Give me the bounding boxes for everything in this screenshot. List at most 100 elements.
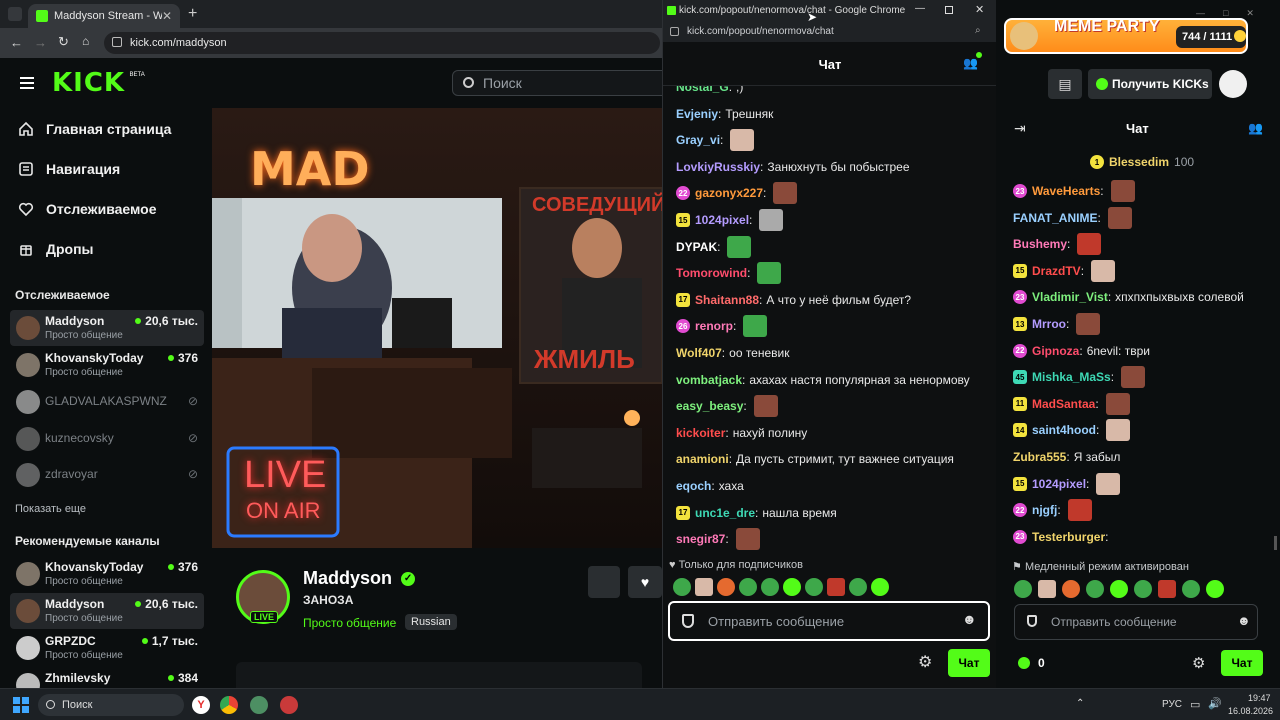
chat-username[interactable]: easy_beasy — [676, 399, 743, 413]
emote-icon[interactable] — [739, 578, 757, 596]
chat-username[interactable]: FANAT_ANIME — [1013, 211, 1097, 225]
chat-username[interactable]: renorp — [695, 319, 733, 333]
network-icon[interactable]: ▭ — [1190, 698, 1200, 711]
scrollbar[interactable] — [1274, 536, 1277, 550]
emote-icon[interactable] — [1206, 580, 1224, 598]
chat-message[interactable]: 23 Testerburger: — [1013, 524, 1112, 550]
recommended-channel[interactable]: Zhmilevsky 384 — [10, 667, 204, 697]
back-icon[interactable]: ← — [10, 35, 23, 50]
follow-heart-button[interactable]: ♥ — [628, 566, 662, 598]
chat-message[interactable]: 14 saint4hood: — [1013, 417, 1131, 443]
chat-username[interactable]: Mishka_MaSs — [1032, 370, 1111, 384]
chat-message[interactable]: Bushemy: — [1013, 231, 1102, 257]
chat-username[interactable]: njgfj — [1032, 503, 1057, 517]
chat-username[interactable]: Vladimir_Vist — [1032, 290, 1108, 304]
chat-message[interactable]: anamioni: Да пусть стримит, тут важнее си… — [676, 446, 954, 472]
emoji-icon[interactable]: ☻ — [1237, 613, 1251, 628]
browser-tab[interactable]: Maddyson Stream - Watch ✕ — [28, 4, 180, 28]
popout-url-bar[interactable]: kick.com/popout/nenormova/chat ⌕ — [663, 22, 997, 42]
users-icon[interactable]: 👥 — [963, 56, 979, 70]
kick-logo[interactable]: KICK BETA — [52, 68, 145, 98]
chat-message[interactable]: 13 Mrroo: — [1013, 311, 1101, 337]
followed-channel-offline[interactable]: GLADVALAKASPWNZ ⊘ — [10, 384, 204, 420]
tab-search-button[interactable] — [8, 7, 22, 21]
emote-icon[interactable] — [849, 578, 867, 596]
nav-browse[interactable]: Навигация — [18, 158, 208, 180]
emote-icon[interactable] — [1038, 580, 1056, 598]
right-chat-input[interactable]: Отправить сообщение ☻ — [1014, 604, 1258, 640]
recommended-channel[interactable]: GRPZDC Просто общение 1,7 тыс. — [10, 630, 204, 666]
emote-icon[interactable] — [1110, 580, 1128, 598]
chat-username[interactable]: Zubra555 — [1013, 450, 1066, 464]
menu-icon[interactable] — [20, 77, 34, 89]
chat-username[interactable]: kickoiter — [676, 426, 725, 440]
clock-time[interactable]: 19:47 — [1248, 693, 1271, 703]
app-icon[interactable] — [280, 696, 298, 714]
show-more-link[interactable]: Показать еще — [15, 503, 86, 515]
chrome-icon[interactable] — [220, 696, 238, 714]
video-player[interactable]: MAD LIVE ON AIR СОВЕДУЩИЙ ЖМИЛЬ — [212, 108, 662, 548]
chat-message[interactable]: Zubra555: Я забыл — [1013, 444, 1120, 470]
user-avatar[interactable] — [1219, 70, 1247, 98]
chat-message[interactable]: 17 Shaitann88: А что у неё фильм будет? — [676, 287, 911, 313]
chat-username[interactable]: Nostal_G — [676, 86, 729, 94]
followed-channel-offline[interactable]: zdravoyar ⊘ — [10, 457, 204, 493]
yandex-browser-icon[interactable]: Y — [192, 696, 210, 714]
close-window-icon[interactable]: ✕ — [975, 3, 984, 16]
chat-message[interactable]: 26 renorp: — [676, 313, 768, 339]
emote-icon[interactable] — [1014, 580, 1032, 598]
taskbar-search[interactable]: Поиск — [38, 694, 184, 716]
chat-username[interactable]: gazonyx227 — [695, 186, 763, 200]
clock-date[interactable]: 16.08.2026 — [1228, 706, 1273, 716]
site-info-icon[interactable] — [112, 37, 122, 47]
chat-message[interactable]: 15 DrazdTV: — [1013, 258, 1116, 284]
emoji-icon[interactable]: ☻ — [962, 611, 977, 627]
chat-username[interactable]: unc1e_dre — [695, 506, 755, 520]
emote-icon[interactable] — [1182, 580, 1200, 598]
followed-channel-khovansky[interactable]: KhovanskyToday Просто общение 376 — [10, 347, 204, 383]
url-field[interactable]: kick.com/maddyson — [104, 32, 660, 54]
chat-message[interactable]: kickoiter: нахуй полину — [676, 420, 807, 446]
chat-message[interactable]: Nostal_G:;) — [676, 86, 743, 100]
language-indicator[interactable]: РУС — [1162, 699, 1182, 710]
emote-icon[interactable] — [673, 578, 691, 596]
followed-channel-maddyson[interactable]: Maddyson Просто общение 20,6 тыс. — [10, 310, 204, 346]
chat-message[interactable]: vombatjack: ахахах настя популярная за не… — [676, 367, 970, 393]
chat-username[interactable]: vombatjack — [676, 373, 742, 387]
chat-username[interactable]: Bushemy — [1013, 237, 1067, 251]
right-message-list[interactable]: 23 WaveHearts: FANAT_ANIME: Bushemy:15 Drazd… — [996, 178, 1280, 552]
reload-icon[interactable]: ↻ — [58, 34, 69, 50]
chat-username[interactable]: Tomorowind — [676, 266, 747, 280]
streamer-name[interactable]: Maddyson ✓ — [303, 568, 416, 589]
emote-icon[interactable] — [1158, 580, 1176, 598]
chat-username[interactable]: Mrroo — [1032, 317, 1066, 331]
chat-message[interactable]: 23 WaveHearts: — [1013, 178, 1135, 204]
popout-message-list[interactable]: Nostal_G:;) Evjeniy: Трешняк Gray_vi: Lovkiy… — [663, 86, 997, 554]
meme-party-banner[interactable]: MEME PARTY 744 / 1111 — [1004, 18, 1248, 54]
chat-username[interactable]: Testerburger — [1032, 530, 1105, 544]
language-tag[interactable]: Russian — [405, 614, 457, 630]
stream-category-link[interactable]: Просто общение — [303, 616, 396, 630]
collapse-chat-icon[interactable]: ⇥ — [1014, 120, 1026, 137]
emote-icon[interactable] — [1062, 580, 1080, 598]
emote-icon[interactable] — [827, 578, 845, 596]
chat-message[interactable]: Wolf407: оо теневик — [676, 340, 790, 366]
chat-message[interactable]: DYPAK: — [676, 234, 752, 260]
get-kicks-button[interactable]: Получить KICKs — [1088, 69, 1212, 99]
chat-message[interactable]: Tomorowind: — [676, 260, 782, 286]
forward-icon[interactable]: → — [34, 35, 47, 50]
chat-username[interactable]: saint4hood — [1032, 423, 1096, 437]
chat-message[interactable]: 17 unc1e_dre: нашла время — [676, 500, 837, 526]
chat-message[interactable]: 11 MadSantaa: — [1013, 391, 1130, 417]
chat-username[interactable]: Evjeniy — [676, 107, 718, 121]
chat-send-button[interactable]: Чат — [948, 649, 990, 677]
followed-channel-offline[interactable]: kuznecovsky ⊘ — [10, 421, 204, 457]
zoom-icon[interactable]: ⌕ — [975, 25, 981, 36]
emote-icon[interactable] — [871, 578, 889, 596]
chat-message[interactable]: eqoch: хаха — [676, 473, 744, 499]
recommended-channel[interactable]: KhovanskyToday Просто общение 376 — [10, 556, 204, 592]
chat-username[interactable]: Shaitann88 — [695, 293, 759, 307]
chat-message[interactable]: Evjeniy: Трешняк — [676, 101, 773, 127]
chat-message[interactable]: 22 Gipnoza:6nevil: тври — [1013, 338, 1150, 364]
chat-username[interactable]: MadSantaa — [1032, 397, 1095, 411]
